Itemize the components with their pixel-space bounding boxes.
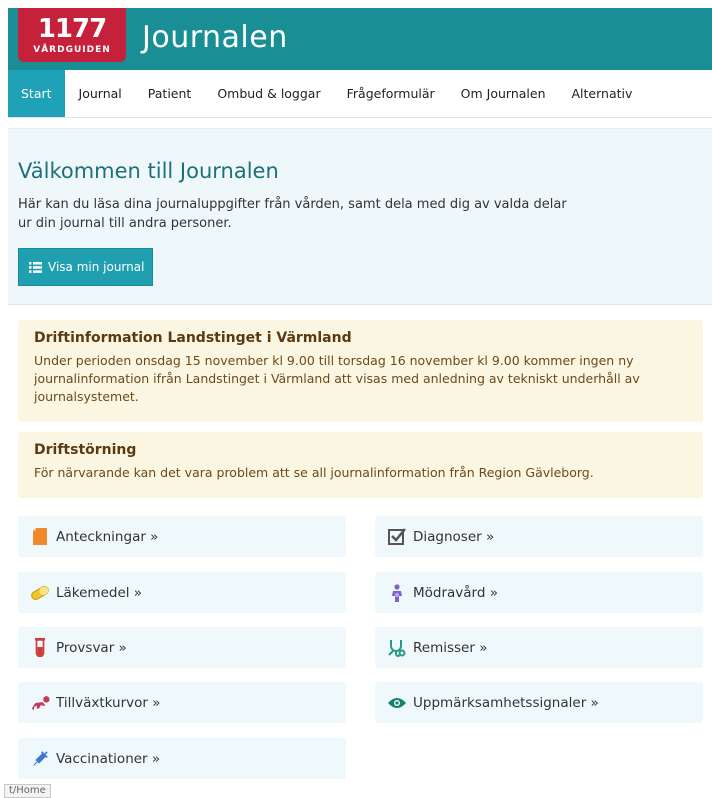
tile-label: Mödravård » bbox=[413, 584, 498, 601]
app-title: Journalen bbox=[142, 20, 288, 55]
tile-label: Tillväxtkurvor » bbox=[56, 694, 161, 711]
test-tube-icon bbox=[30, 638, 50, 658]
nav-item-start[interactable]: Start bbox=[8, 70, 65, 117]
alert-title: Driftstörning bbox=[34, 442, 137, 458]
tile-provsvar[interactable]: Provsvar » bbox=[18, 627, 346, 668]
show-journal-label: Visa min journal bbox=[48, 260, 145, 274]
app-header: 1177 VÅRDGUIDEN Journalen bbox=[8, 8, 712, 70]
logo-number: 1177 bbox=[37, 14, 107, 44]
tile-label: Vaccinationer » bbox=[56, 750, 161, 767]
mother-icon bbox=[387, 583, 407, 603]
tile-lakemedel[interactable]: Läkemedel » bbox=[18, 572, 346, 613]
welcome-panel: Välkommen till Journalen Här kan du läsa… bbox=[8, 128, 712, 305]
checkbox-icon bbox=[387, 527, 407, 547]
show-journal-button[interactable]: Visa min journal bbox=[18, 248, 153, 286]
notes-icon bbox=[30, 527, 50, 547]
tile-label: Remisser » bbox=[413, 639, 488, 656]
tile-label: Läkemedel » bbox=[56, 584, 143, 601]
pill-icon bbox=[30, 583, 50, 603]
logo-subtitle: VÅRDGUIDEN bbox=[33, 45, 111, 55]
tile-modravard[interactable]: Mödravård » bbox=[375, 572, 703, 613]
nav-item-ombud-loggar[interactable]: Ombud & loggar bbox=[204, 70, 333, 117]
tile-label: Provsvar » bbox=[56, 639, 127, 656]
crawling-baby-icon bbox=[30, 693, 50, 713]
tile-label: Anteckningar » bbox=[56, 528, 159, 545]
alert-text: Under perioden onsdag 15 november kl 9.0… bbox=[34, 353, 640, 404]
welcome-title: Välkommen till Journalen bbox=[18, 159, 279, 183]
nav-item-frageformular[interactable]: Frågeformulär bbox=[334, 70, 448, 117]
alert-title: Driftinformation Landstinget i Värmland bbox=[34, 330, 352, 346]
stethoscope-icon bbox=[387, 638, 407, 658]
tile-vaccinationer[interactable]: Vaccinationer » bbox=[18, 738, 346, 779]
tile-anteckningar[interactable]: Anteckningar » bbox=[18, 516, 346, 557]
tile-tillvaxtkurvor[interactable]: Tillväxtkurvor » bbox=[18, 682, 346, 723]
nav-item-patient[interactable]: Patient bbox=[135, 70, 205, 117]
main-nav: Start Journal Patient Ombud & loggar Frå… bbox=[8, 70, 712, 118]
alert-text: För närvarande kan det vara problem att … bbox=[34, 465, 594, 480]
status-bar-url: t/Home bbox=[4, 784, 51, 798]
vardguiden-logo[interactable]: 1177 VÅRDGUIDEN bbox=[18, 8, 126, 62]
nav-item-alternativ[interactable]: Alternativ bbox=[559, 70, 646, 117]
welcome-text: Här kan du läsa dina journaluppgifter fr… bbox=[18, 197, 567, 231]
tile-label: Uppmärksamhetssignaler » bbox=[413, 694, 599, 711]
tile-diagnoser[interactable]: Diagnoser » bbox=[375, 516, 703, 557]
alert-varmland: Driftinformation Landstinget i Värmland … bbox=[18, 320, 703, 422]
eye-icon bbox=[387, 693, 407, 713]
tile-remisser[interactable]: Remisser » bbox=[375, 627, 703, 668]
tile-label: Diagnoser » bbox=[413, 528, 495, 545]
nav-item-om-journalen[interactable]: Om Journalen bbox=[448, 70, 559, 117]
nav-item-journal[interactable]: Journal bbox=[65, 70, 135, 117]
alert-driftstorning: Driftstörning För närvarande kan det var… bbox=[18, 432, 703, 498]
tile-uppmarksamhetssignaler[interactable]: Uppmärksamhetssignaler » bbox=[375, 682, 703, 723]
list-icon bbox=[29, 261, 42, 273]
syringe-icon bbox=[30, 749, 50, 769]
